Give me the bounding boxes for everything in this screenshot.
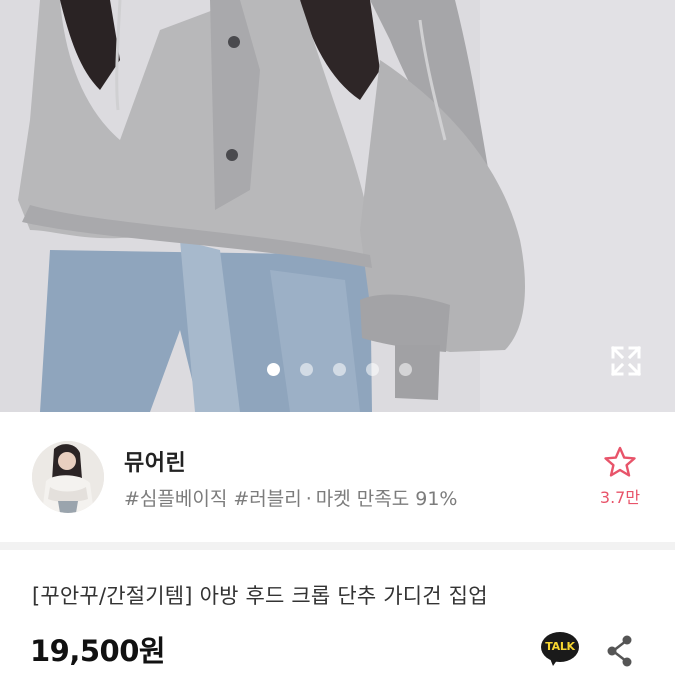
talk-chat-button[interactable]: TALK (541, 632, 579, 668)
product-image-carousel[interactable] (0, 0, 675, 412)
seller-info[interactable]: 뮤어린 #심플베이직 #러블리 · 마켓 만족도 91% 3.7만 (0, 412, 675, 542)
share-icon[interactable] (604, 634, 636, 668)
carousel-dot-2[interactable] (300, 363, 313, 376)
seller-name[interactable]: 뮤어린 (124, 445, 186, 477)
talk-label: TALK (545, 640, 575, 653)
product-price: 19,500원 (30, 634, 166, 668)
seller-avatar[interactable] (32, 441, 104, 513)
market-satisfaction: 마켓 만족도 91% (315, 488, 458, 510)
carousel-dot-3[interactable] (333, 363, 346, 376)
talk-bubble-tail (549, 656, 560, 666)
expand-arrows-icon[interactable] (609, 344, 643, 378)
favorite-count: 3.7만 (599, 488, 641, 507)
seller-tags-line: #심플베이직 #러블리 · 마켓 만족도 91% (124, 484, 458, 511)
seller-hashtags[interactable]: #심플베이직 #러블리 (124, 488, 302, 510)
star-outline-icon (604, 446, 636, 477)
carousel-indicator (0, 362, 675, 378)
carousel-dot-1[interactable] (267, 363, 280, 376)
product-photo (0, 0, 675, 412)
product-title: [꾸안꾸/간절기템] 아방 후드 크롭 단추 가디건 집업 (32, 584, 488, 608)
tag-separator: · (305, 488, 312, 510)
carousel-dot-5[interactable] (399, 363, 412, 376)
carousel-dot-4[interactable] (366, 363, 379, 376)
section-divider (0, 542, 675, 550)
favorite-button[interactable]: 3.7만 (590, 446, 650, 518)
